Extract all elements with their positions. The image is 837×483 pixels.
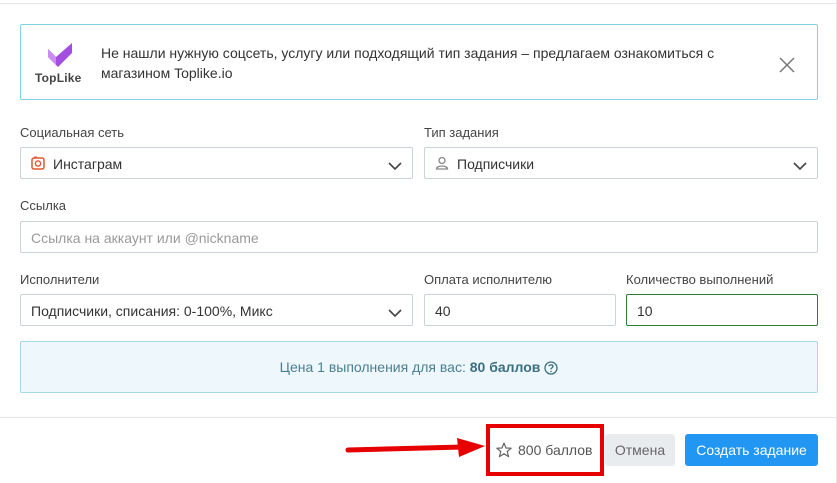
task-type-value: Подписчики bbox=[457, 156, 535, 172]
count-label: Количество выполнений bbox=[626, 272, 774, 287]
social-network-select[interactable]: Инстаграм bbox=[20, 147, 413, 179]
task-type-select[interactable]: Подписчики bbox=[424, 147, 818, 179]
chevron-down-icon bbox=[388, 158, 402, 174]
help-icon[interactable] bbox=[544, 361, 559, 378]
footer-divider bbox=[0, 417, 837, 418]
total-cost-value: 800 баллов bbox=[518, 442, 593, 458]
toplike-logo: TopLike bbox=[35, 39, 89, 87]
payment-label: Оплата исполнителю bbox=[424, 272, 553, 287]
task-form-page: TopLike Не нашли нужную соцсеть, услугу … bbox=[0, 0, 837, 483]
top-divider bbox=[0, 3, 837, 4]
chevron-down-icon bbox=[388, 305, 402, 321]
toplike-heart-icon bbox=[48, 43, 72, 67]
performers-label: Исполнители bbox=[20, 272, 100, 287]
performers-value: Подписчики, списания: 0-100%, Микс bbox=[31, 303, 273, 319]
star-icon bbox=[496, 442, 512, 461]
payment-input[interactable]: 40 bbox=[424, 294, 616, 326]
link-label: Ссылка bbox=[20, 198, 67, 213]
price-info-box: Цена 1 выполнения для вас: 80 баллов bbox=[20, 341, 818, 393]
cancel-button[interactable]: Отмена bbox=[605, 434, 675, 466]
social-network-value: Инстаграм bbox=[53, 156, 123, 172]
price-prefix: Цена 1 выполнения для вас: bbox=[279, 359, 470, 375]
notice-text: Не нашли нужную соцсеть, услугу или подх… bbox=[101, 45, 715, 81]
create-task-button[interactable]: Создать задание bbox=[685, 434, 818, 466]
count-input[interactable]: 10 bbox=[626, 294, 818, 326]
link-placeholder: Ссылка на аккаунт или @nickname bbox=[31, 230, 259, 246]
count-value: 10 bbox=[637, 303, 653, 319]
social-network-label: Социальная сеть bbox=[20, 125, 124, 140]
chevron-down-icon bbox=[793, 158, 807, 174]
performers-select[interactable]: Подписчики, списания: 0-100%, Микс bbox=[20, 294, 413, 326]
link-input[interactable]: Ссылка на аккаунт или @nickname bbox=[20, 221, 818, 253]
arrow-annotation-icon bbox=[345, 438, 485, 457]
payment-value: 40 bbox=[435, 303, 451, 319]
instagram-icon bbox=[31, 156, 45, 173]
toplike-notice: TopLike Не нашли нужную соцсеть, услугу … bbox=[20, 24, 818, 100]
user-icon bbox=[435, 156, 449, 173]
price-line: Цена 1 выполнения для вас: 80 баллов bbox=[21, 359, 817, 378]
price-value: 80 баллов bbox=[469, 359, 541, 375]
toplike-logo-text: TopLike bbox=[35, 71, 82, 85]
task-type-label: Тип задания bbox=[424, 125, 499, 140]
close-icon[interactable] bbox=[777, 55, 797, 75]
